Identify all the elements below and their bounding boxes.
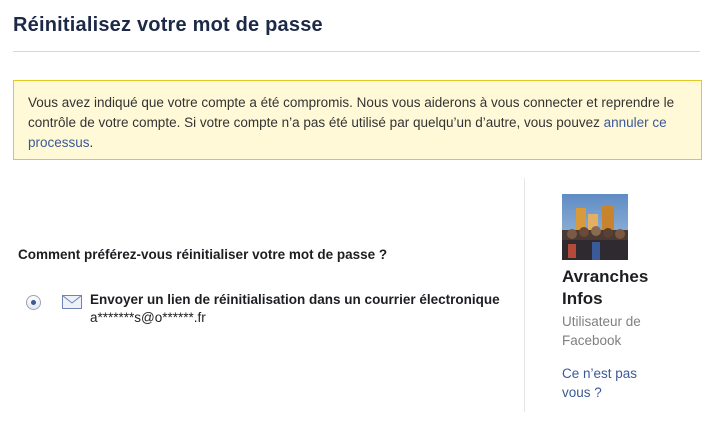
user-name-line-2: Infos xyxy=(562,289,603,308)
notice-suffix: . xyxy=(89,135,94,150)
notice-text: Vous avez indiqué que votre compte a été… xyxy=(28,95,675,130)
user-subtitle-line-1: Utilisateur de xyxy=(562,314,641,329)
reset-question: Comment préférez-vous réinitialiser votr… xyxy=(18,247,388,262)
email-option-text: Envoyer un lien de réinitialisation dans… xyxy=(90,291,500,327)
avatar xyxy=(562,194,628,260)
user-card: Avranches Infos Utilisateur de Facebook … xyxy=(562,194,702,402)
email-option-address: a*******s@o******.fr xyxy=(90,310,206,325)
user-subtitle-line-2: Facebook xyxy=(562,333,622,348)
email-option-radio[interactable] xyxy=(26,295,41,310)
title-divider xyxy=(13,51,700,52)
not-you-line-1: Ce n’est pas xyxy=(562,366,638,381)
not-you-link[interactable]: Ce n’est pas vous ? xyxy=(562,364,702,402)
user-name-line-1: Avranches xyxy=(562,267,649,286)
not-you-line-2: vous ? xyxy=(562,385,602,400)
reset-options-section: Comment préférez-vous réinitialiser votr… xyxy=(18,247,508,325)
compromised-notice: Vous avez indiqué que votre compte a été… xyxy=(13,80,702,160)
mail-icon xyxy=(62,295,82,309)
email-option-label: Envoyer un lien de réinitialisation dans… xyxy=(90,292,500,307)
user-name: Avranches Infos xyxy=(562,266,702,310)
page-title: Réinitialisez votre mot de passe xyxy=(13,14,323,36)
user-subtitle: Utilisateur de Facebook xyxy=(562,312,702,350)
column-divider xyxy=(524,178,525,412)
